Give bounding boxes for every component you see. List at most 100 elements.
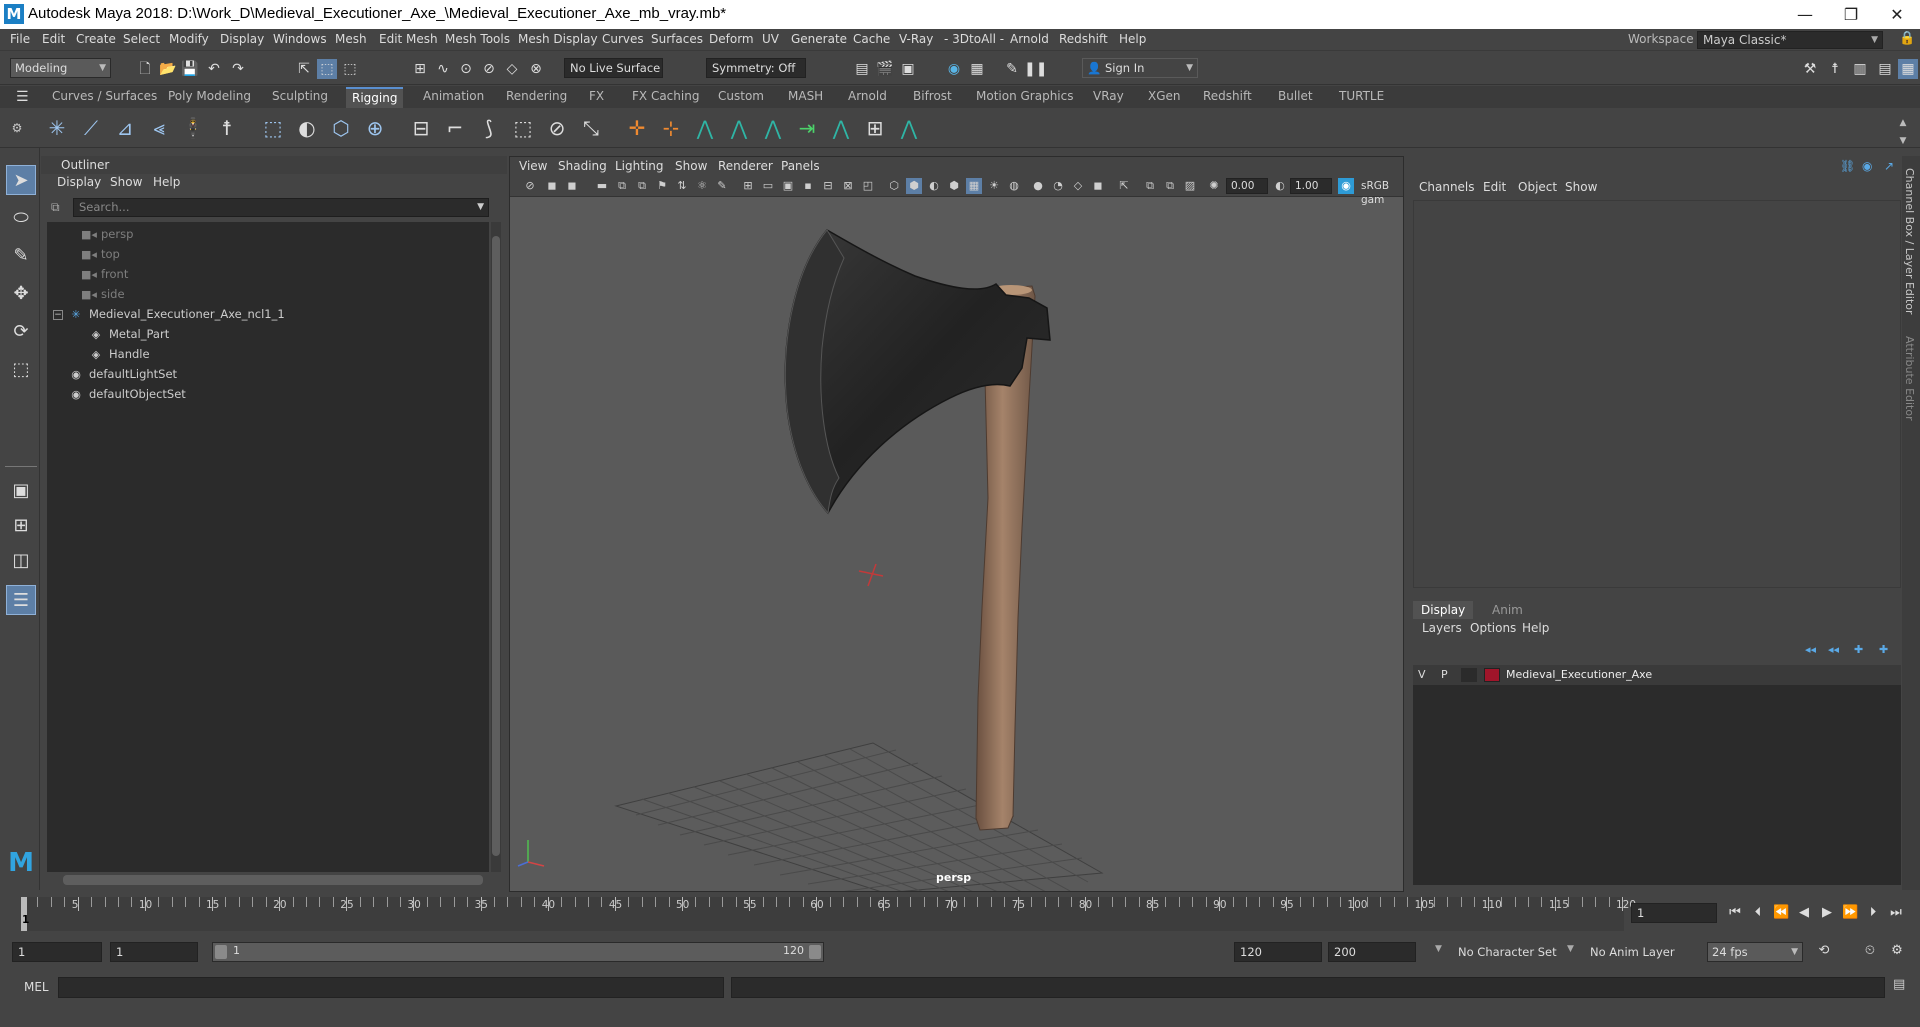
- shelf-tab-rigging[interactable]: Rigging: [346, 87, 404, 108]
- menu-cache[interactable]: Cache: [853, 32, 890, 46]
- mirror-joint-icon[interactable]: ⊹: [658, 115, 684, 141]
- xray-icon[interactable]: ⧉: [1142, 178, 1158, 194]
- scale-tool-icon[interactable]: ⬚: [6, 355, 36, 385]
- script-editor-icon[interactable]: ▤: [1893, 977, 1905, 992]
- aim-constraint-icon[interactable]: ⤡: [578, 115, 604, 141]
- single-perspective-layout-icon[interactable]: ▣: [6, 476, 36, 506]
- outliner-menu-help[interactable]: Help: [153, 175, 180, 189]
- point-constraint-icon[interactable]: ⟆: [476, 115, 502, 141]
- channel-menu-object[interactable]: Object: [1518, 180, 1557, 194]
- menu-surfaces[interactable]: Surfaces: [651, 32, 703, 46]
- list-item[interactable]: ◈ Metal_Part: [89, 324, 169, 344]
- playback-end-field[interactable]: 120: [1234, 942, 1322, 962]
- channel-box-float-icon[interactable]: ↗: [1884, 159, 1894, 173]
- live-surface-field[interactable]: No Live Surface: [564, 58, 663, 78]
- gamma-field[interactable]: 1.00: [1290, 178, 1332, 194]
- collapse-icon[interactable]: −: [53, 309, 63, 320]
- workspace-select[interactable]: Maya Classic* ▼: [1697, 31, 1883, 49]
- snap-surface-icon[interactable]: ◇: [502, 59, 522, 79]
- menu-help[interactable]: Help: [1119, 32, 1146, 46]
- shelf-tab-custom[interactable]: Custom: [718, 89, 764, 103]
- menu-generate[interactable]: Generate: [791, 32, 847, 46]
- create-joints-icon[interactable]: ✳: [44, 115, 70, 141]
- blend-shape-icon[interactable]: ⋀: [692, 115, 718, 141]
- scale-constraint-icon[interactable]: ⊘: [544, 115, 570, 141]
- overscan-icon[interactable]: ⊟: [820, 178, 836, 194]
- tab-display-layers[interactable]: Display: [1413, 601, 1474, 619]
- step-forward-frame-icon[interactable]: ⏵: [1865, 905, 1881, 921]
- layer-playback-toggle[interactable]: P: [1441, 668, 1448, 681]
- shelf-tab-fx[interactable]: FX: [589, 89, 604, 103]
- bind-skin-icon[interactable]: ⬚: [260, 115, 286, 141]
- channel-menu-edit[interactable]: Edit: [1483, 180, 1506, 194]
- quick-rig-icon[interactable]: 🕴: [180, 115, 206, 141]
- safe-title-icon[interactable]: ▪: [800, 178, 816, 194]
- shelf-tab-bifrost[interactable]: Bifrost: [913, 89, 952, 103]
- shelf-tab-rendering[interactable]: Rendering: [506, 89, 567, 103]
- shelf-tab-sculpting[interactable]: Sculpting: [272, 89, 328, 103]
- anim-layer-field[interactable]: No Anim Layer: [1584, 942, 1694, 962]
- new-layer-icon[interactable]: ✚: [1854, 643, 1863, 656]
- viewport-menu-view[interactable]: View: [519, 159, 547, 173]
- layer-color-swatch[interactable]: [1484, 668, 1500, 682]
- attribute-editor-toggle-icon[interactable]: ▥: [1850, 59, 1870, 79]
- grid-icon[interactable]: ⊞: [740, 178, 756, 194]
- render-icon[interactable]: 🎬: [875, 59, 895, 79]
- viewport-menu-renderer[interactable]: Renderer: [718, 159, 773, 173]
- menu-deform[interactable]: Deform: [709, 32, 754, 46]
- channel-menu-channels[interactable]: Channels: [1419, 180, 1475, 194]
- outliner-search-input[interactable]: Search... ▼: [73, 198, 489, 217]
- playback-start-field[interactable]: 1: [110, 942, 198, 962]
- layer-visibility-toggle[interactable]: V: [1418, 668, 1426, 681]
- move-layer-up-icon[interactable]: ◂◂: [1805, 643, 1816, 656]
- shelf-tab-mash[interactable]: MASH: [788, 89, 823, 103]
- two-d-pan-zoom-icon[interactable]: ⧉: [614, 178, 630, 194]
- resolution-gate-icon[interactable]: ✎: [714, 178, 730, 194]
- select-object-icon[interactable]: ⬚: [317, 59, 337, 79]
- list-item[interactable]: − ✳ Medieval_Executioner_Axe_ncl1_1: [53, 304, 285, 324]
- undo-icon[interactable]: ↶: [204, 59, 224, 79]
- paint-weights-icon[interactable]: ◐: [294, 115, 320, 141]
- list-item[interactable]: ■◂ top: [81, 244, 120, 264]
- move-layer-down-icon[interactable]: ◂◂: [1828, 643, 1839, 656]
- parent-constraint-icon[interactable]: ⌐: [442, 115, 468, 141]
- use-default-material-icon[interactable]: ◐: [926, 178, 942, 194]
- menu-edit[interactable]: Edit: [42, 32, 65, 46]
- shelf-tab-animation[interactable]: Animation: [423, 89, 484, 103]
- color-management-icon[interactable]: ◉: [1338, 178, 1354, 194]
- chevron-down-icon[interactable]: ▼: [1435, 944, 1442, 954]
- channel-box-icon[interactable]: ⛓: [1840, 159, 1855, 173]
- fit-view-icon[interactable]: ⊠: [840, 178, 856, 194]
- menu-create[interactable]: Create: [76, 32, 116, 46]
- shelf-tab-fx-caching[interactable]: FX Caching: [632, 89, 699, 103]
- layer-menu-help[interactable]: Help: [1522, 621, 1549, 635]
- outliner-layout-icon[interactable]: ☰: [6, 585, 36, 615]
- hud-icon[interactable]: ◰: [860, 178, 876, 194]
- shelf-tab-redshift[interactable]: Redshift: [1203, 89, 1252, 103]
- four-view-layout-icon[interactable]: ⊞: [6, 511, 36, 541]
- isolate-select-icon[interactable]: ⇱: [1116, 178, 1132, 194]
- save-scene-icon[interactable]: 💾: [180, 59, 200, 79]
- vray-render-icon[interactable]: ✎: [1002, 59, 1022, 79]
- modeling-toolkit-icon[interactable]: ⚒: [1800, 59, 1820, 79]
- shelf-tab-motion-graphics[interactable]: Motion Graphics: [976, 89, 1074, 103]
- render-view-icon[interactable]: ◉: [944, 59, 964, 79]
- menu-mesh-display[interactable]: Mesh Display: [518, 32, 598, 46]
- menu-windows[interactable]: Windows: [273, 32, 327, 46]
- two-view-layout-icon[interactable]: ◫: [6, 546, 36, 576]
- command-language-label[interactable]: MEL: [24, 980, 49, 994]
- layer-menu-options[interactable]: Options: [1470, 621, 1516, 635]
- list-item[interactable]: ◈ Handle: [89, 344, 150, 364]
- shelf-tab-curves-surfaces[interactable]: Curves / Surfaces: [52, 89, 157, 103]
- list-item[interactable]: ■◂ front: [81, 264, 128, 284]
- outliner-menu-show[interactable]: Show: [110, 175, 142, 189]
- shelf-scroll-down-icon[interactable]: ▼: [1896, 128, 1910, 154]
- redo-icon[interactable]: ↷: [228, 59, 248, 79]
- pause-icon[interactable]: ❚❚: [1024, 59, 1047, 79]
- humanik-icon[interactable]: ☨: [214, 115, 240, 141]
- go-to-start-icon[interactable]: ⏮: [1727, 905, 1743, 921]
- snap-grid-icon[interactable]: ⊞: [410, 59, 430, 79]
- animation-preferences-icon[interactable]: ⚙: [1889, 943, 1905, 959]
- connect-joint-icon[interactable]: ⇥: [794, 115, 820, 141]
- shelf-tab-vray[interactable]: VRay: [1093, 89, 1124, 103]
